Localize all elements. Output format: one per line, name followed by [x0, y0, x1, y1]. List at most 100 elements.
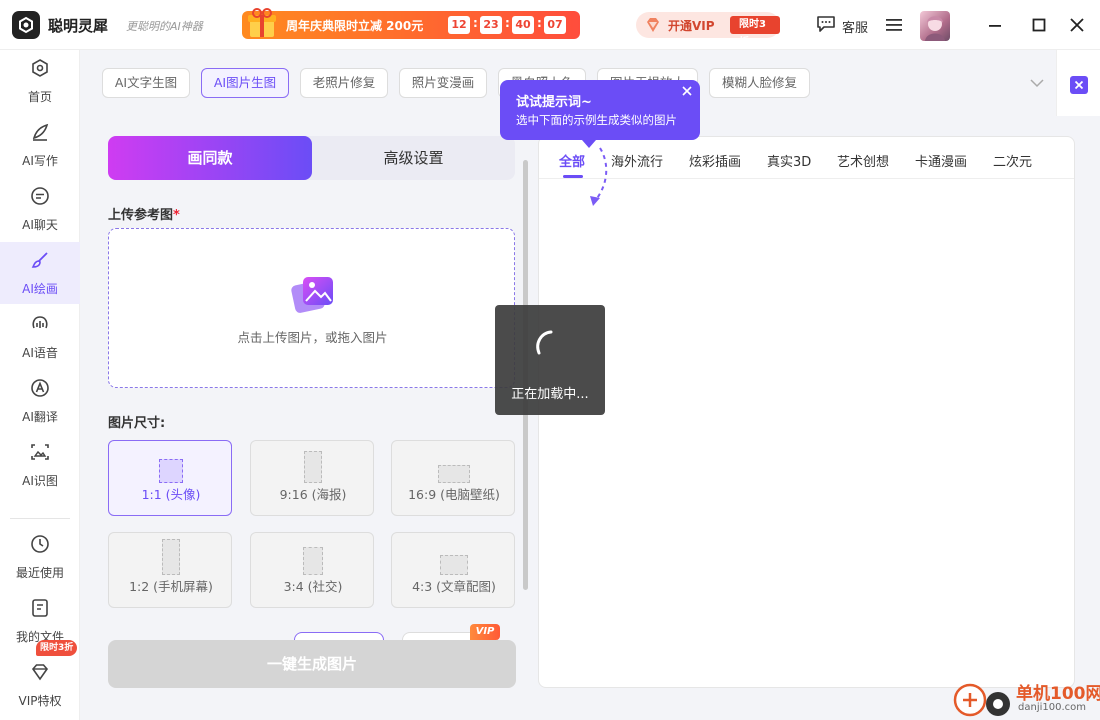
title-bar: 聪明灵犀 更聪明的AI神器 周年庆典限时立减 200元 12 : 23 : 40…	[0, 0, 1100, 50]
watermark-url: danji100.com	[1018, 702, 1086, 713]
side-panel	[1056, 50, 1100, 116]
voice-icon	[32, 316, 48, 329]
size-preview-shape	[162, 539, 180, 575]
generate-image-button[interactable]: 一键生成图片	[108, 640, 516, 688]
dashed-arrow-icon	[590, 147, 608, 206]
mode-toggle: 画同款 高级设置	[108, 136, 515, 180]
gift-icon	[248, 8, 276, 37]
same-style-tab[interactable]: 画同款	[108, 136, 312, 180]
sidebar-item-home[interactable]: 首页	[0, 50, 80, 112]
close-icon	[1074, 80, 1084, 90]
menu-icon[interactable]	[886, 18, 902, 32]
sidebar-item-vip[interactable]: VIP特权	[0, 654, 80, 716]
app-slogan: 更聪明的AI神器	[126, 20, 203, 33]
tab-old-photo-repair[interactable]: 老照片修复	[300, 68, 388, 98]
image-upload-icon	[291, 277, 333, 313]
tab-photo-to-comic[interactable]: 照片变漫画	[399, 68, 487, 98]
chat-bubble-icon	[817, 16, 835, 32]
size-label: 3:4 (社交)	[283, 579, 343, 594]
sidebar-item-label: AI识图	[22, 474, 58, 488]
category-colorful-illustration[interactable]: 炫彩插画	[689, 151, 741, 170]
size-label: 16:9 (电脑壁纸)	[408, 487, 500, 502]
advanced-settings-tab[interactable]: 高级设置	[312, 136, 515, 180]
sidebar: 首页 AI写作 AI聊天 AI绘画 AI语音 AI翻译 AI识图 最近使用 我的…	[0, 50, 80, 720]
close-icon[interactable]	[1069, 17, 1085, 33]
category-divider	[539, 178, 1074, 179]
close-panel-button[interactable]	[1070, 76, 1088, 94]
sidebar-item-label: AI语音	[22, 346, 58, 360]
loading-overlay: 正在加载中...	[495, 305, 605, 415]
timer-centis: 07	[544, 16, 566, 34]
vip-tag: VIP	[470, 624, 500, 640]
minimize-icon[interactable]	[987, 17, 1003, 33]
chevron-down-icon[interactable]	[1030, 78, 1044, 88]
diamond-icon	[31, 664, 49, 681]
upload-section-title: 上传参考图*	[108, 208, 180, 223]
sidebar-item-label: VIP特权	[18, 694, 62, 708]
size-label: 1:1 (头像)	[141, 487, 201, 502]
loading-text: 正在加载中...	[511, 387, 589, 402]
tip-pointer	[582, 140, 596, 148]
watermark-text: 单机100网	[1016, 684, 1100, 704]
home-icon	[32, 59, 48, 77]
tip-title: 试试提示词~	[516, 95, 592, 110]
size-option-16-9[interactable]: 16:9 (电脑壁纸)	[391, 440, 515, 516]
category-realistic-3d[interactable]: 真实3D	[767, 151, 811, 170]
sidebar-divider	[10, 518, 70, 519]
timer-minutes: 23	[480, 16, 502, 34]
size-section-title: 图片尺寸:	[108, 416, 166, 431]
timer-hours: 12	[448, 16, 470, 34]
file-icon	[32, 599, 48, 617]
watermark-logo-icon	[953, 683, 1010, 717]
tab-image-to-image[interactable]: AI图片生图	[201, 68, 289, 98]
vip-discount-badge: 限时3折	[730, 16, 780, 48]
tab-face-repair[interactable]: 模糊人脸修复	[709, 68, 810, 98]
brush-icon	[31, 252, 48, 268]
app-name: 聪明灵犀	[48, 17, 109, 35]
size-preview-shape	[303, 547, 323, 575]
size-option-1-2[interactable]: 1:2 (手机屏幕)	[108, 532, 232, 608]
upload-hint: 点击上传图片，或拖入图片	[237, 330, 388, 345]
size-label: 1:2 (手机屏幕)	[129, 579, 213, 594]
open-vip-button[interactable]: 开通VIP 限时3折	[636, 12, 780, 48]
size-option-9-16[interactable]: 9:16 (海报)	[250, 440, 374, 516]
promo-text: 周年庆典限时立减 200元	[286, 19, 424, 33]
service-label: 客服	[842, 21, 869, 36]
vip-limit-badge: 限时3折	[36, 640, 78, 656]
close-icon[interactable]	[680, 84, 694, 98]
sidebar-item-recent[interactable]: 最近使用	[0, 526, 80, 588]
tab-text-to-image[interactable]: AI文字生图	[102, 68, 190, 98]
maximize-icon[interactable]	[1031, 17, 1047, 33]
image-recognition-icon	[31, 444, 49, 460]
vip-diamond-icon	[647, 18, 659, 32]
size-preview-shape	[159, 459, 183, 483]
size-option-1-1[interactable]: 1:1 (头像)	[108, 440, 232, 516]
pen-icon	[32, 123, 49, 141]
size-option-4-3[interactable]: 4:3 (文章配图)	[391, 532, 515, 608]
size-preview-shape	[440, 555, 468, 575]
category-art-imagination[interactable]: 艺术创想	[837, 151, 889, 170]
sidebar-item-ai-voice[interactable]: AI语音	[0, 306, 80, 368]
category-cartoon[interactable]: 卡通漫画	[915, 151, 967, 170]
promo-banner[interactable]: 周年庆典限时立减 200元 12 : 23 : 40 : 07	[242, 8, 580, 39]
sidebar-item-label: AI写作	[22, 154, 58, 168]
prompt-tip-popover: 试试提示词~ 选中下面的示例生成类似的图片	[500, 80, 700, 140]
sidebar-item-label: 最近使用	[15, 566, 64, 580]
sidebar-item-ai-image-recognition[interactable]: AI识图	[0, 434, 80, 496]
example-gallery: 全部 海外流行 炫彩插画 真实3D 艺术创想 卡通漫画 二次元	[538, 136, 1075, 688]
settings-panel: 画同款 高级设置 上传参考图* 点击上传图片，或拖入图片 图片尺寸: 1:1 (…	[96, 120, 532, 720]
upload-dropzone[interactable]: 点击上传图片，或拖入图片	[108, 228, 515, 388]
sidebar-item-ai-translate[interactable]: AI翻译	[0, 370, 80, 432]
tip-subtitle: 选中下面的示例生成类似的图片	[516, 113, 677, 127]
sidebar-item-label: AI聊天	[22, 218, 58, 232]
size-label: 4:3 (文章配图)	[412, 579, 496, 594]
avatar[interactable]	[920, 11, 950, 41]
translate-icon	[31, 379, 49, 397]
category-anime[interactable]: 二次元	[993, 151, 1032, 170]
size-option-3-4[interactable]: 3:4 (社交)	[250, 532, 374, 608]
sidebar-item-ai-writing[interactable]: AI写作	[0, 114, 80, 176]
history-icon	[31, 535, 49, 553]
sidebar-item-ai-painting[interactable]: AI绘画	[0, 242, 80, 304]
sidebar-item-ai-chat[interactable]: AI聊天	[0, 178, 80, 240]
category-overseas[interactable]: 海外流行	[611, 151, 663, 170]
